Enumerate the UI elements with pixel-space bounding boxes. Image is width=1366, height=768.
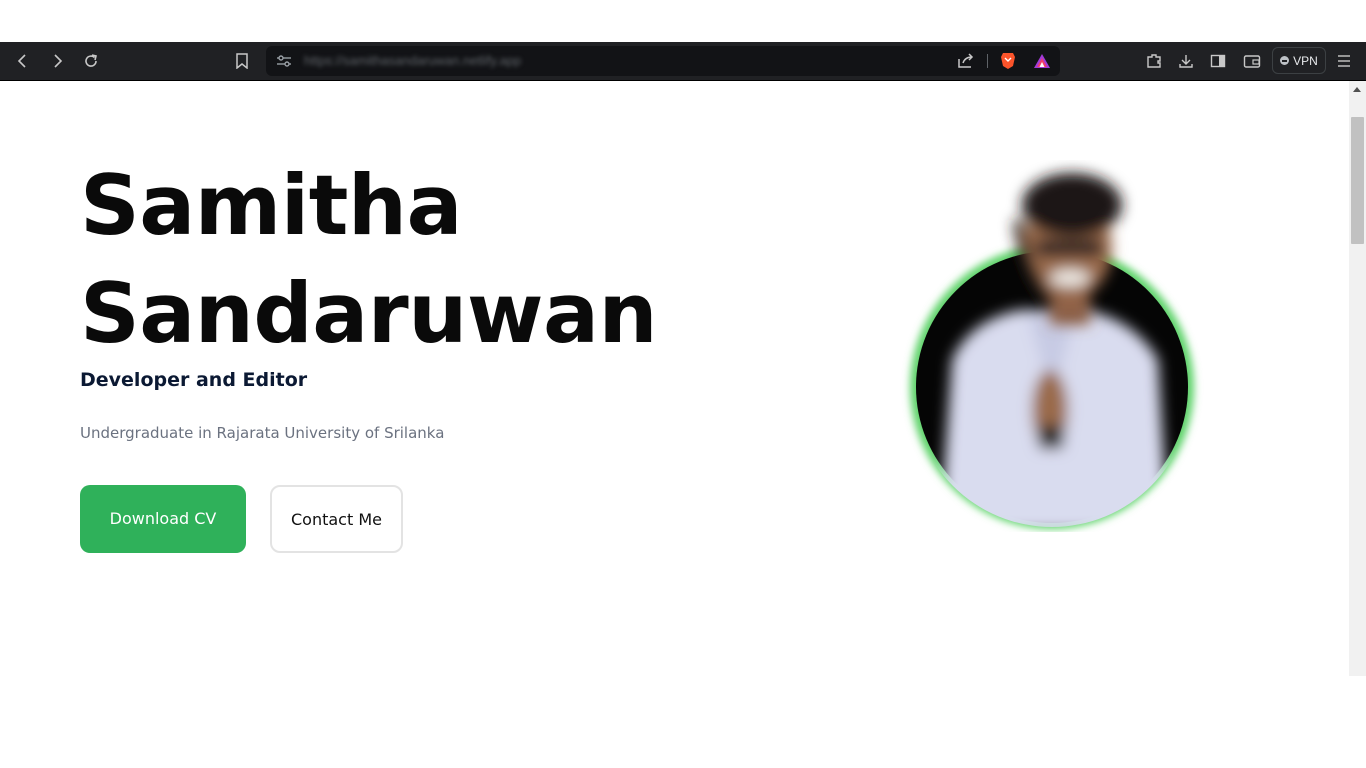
hero-name: Samitha Sandaruwan	[80, 152, 658, 368]
sidebar-icon[interactable]	[1206, 49, 1230, 73]
site-settings-icon[interactable]	[272, 49, 296, 73]
reload-icon[interactable]	[79, 49, 103, 73]
browser-toolbar: https://samithasandaruwan.netlify.app VP…	[0, 42, 1366, 81]
share-icon[interactable]	[954, 49, 978, 73]
divider	[987, 54, 988, 68]
hero-subtitle: Undergraduate in Rajarata University of …	[80, 424, 445, 442]
scrollbar-thumb[interactable]	[1351, 117, 1364, 244]
wallet-icon[interactable]	[1240, 49, 1264, 73]
scroll-up-arrow-icon[interactable]	[1353, 87, 1361, 92]
profile-photo	[900, 160, 1205, 532]
top-blank-strip	[0, 0, 1366, 42]
profile-photo-illustration	[910, 173, 1194, 529]
vpn-button[interactable]: VPN	[1272, 47, 1326, 74]
extensions-icon[interactable]	[1142, 49, 1166, 73]
hero-name-first: Samitha	[80, 157, 463, 254]
hero-name-last: Sandaruwan	[80, 265, 658, 362]
back-icon[interactable]	[11, 49, 35, 73]
bookmark-icon[interactable]	[230, 49, 254, 73]
url-text[interactable]: https://samithasandaruwan.netlify.app	[304, 53, 521, 68]
download-cv-button[interactable]: Download CV	[80, 485, 246, 553]
hero-role: Developer and Editor	[80, 369, 308, 391]
address-bar[interactable]: https://samithasandaruwan.netlify.app	[266, 46, 1060, 76]
contact-me-button[interactable]: Contact Me	[270, 485, 403, 553]
page-scrollbar[interactable]	[1349, 81, 1366, 676]
brave-shields-icon[interactable]	[996, 49, 1020, 73]
menu-icon[interactable]	[1332, 49, 1356, 73]
forward-icon[interactable]	[45, 49, 69, 73]
download-icon[interactable]	[1174, 49, 1198, 73]
vpn-status-icon	[1280, 56, 1290, 65]
vpn-label: VPN	[1293, 53, 1318, 68]
brave-rewards-icon[interactable]	[1030, 49, 1054, 73]
